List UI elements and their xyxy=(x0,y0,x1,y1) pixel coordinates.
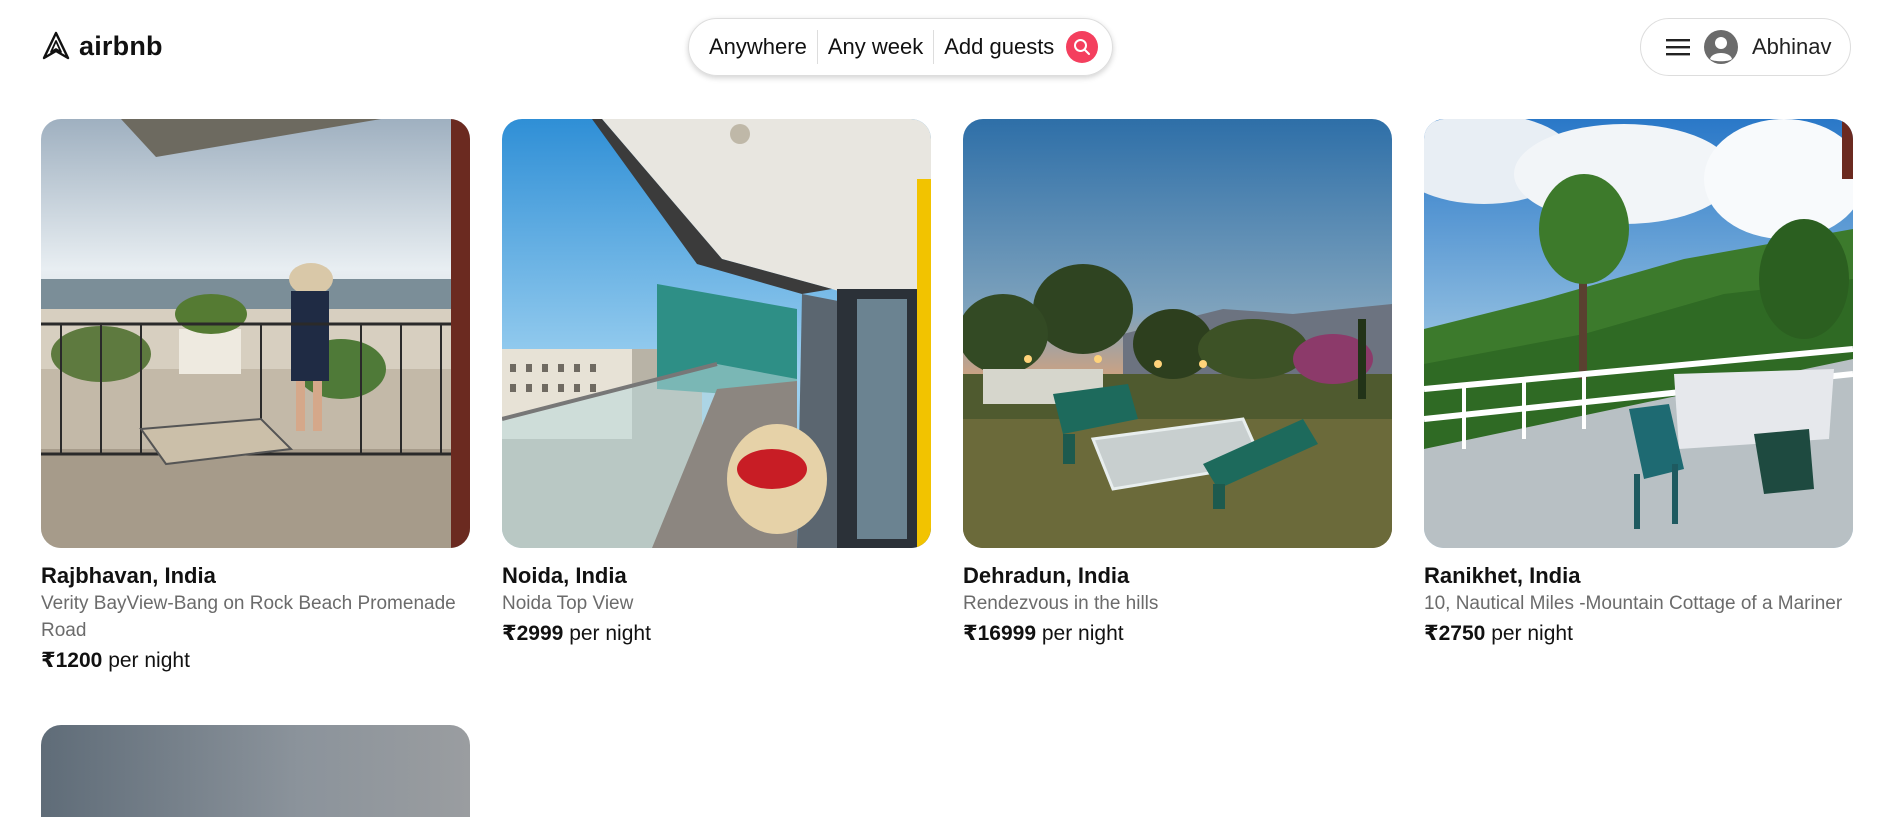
listing-photo-image xyxy=(502,119,931,548)
price-amount: ₹1200 xyxy=(41,649,103,672)
hamburger-menu-icon xyxy=(1666,39,1690,56)
listing-description: Noida Top View xyxy=(502,593,634,614)
listing-photo[interactable] xyxy=(41,119,470,548)
listing-photo[interactable] xyxy=(502,119,931,548)
price-amount: ₹2999 xyxy=(502,622,564,645)
listing-title: Ranikhet, India xyxy=(1424,563,1581,588)
listing-description: Verity BayView-Bang on Rock Beach Promen… xyxy=(41,593,456,641)
airbnb-logo[interactable]: airbnb xyxy=(41,28,163,64)
search-icon xyxy=(1074,39,1091,55)
user-name: Abhinav xyxy=(1752,34,1832,59)
listing-card[interactable] xyxy=(41,725,470,817)
listing-price: ₹1200 per night xyxy=(41,647,470,675)
price-suffix: per night xyxy=(569,622,651,645)
user-menu-button[interactable]: Abhinav xyxy=(1640,18,1851,76)
divider xyxy=(816,30,818,64)
listing-description: 10, Nautical Miles -Mountain Cottage of … xyxy=(1424,593,1843,614)
price-suffix: per night xyxy=(1041,622,1124,645)
listing-title: Rajbhavan, India xyxy=(41,563,216,588)
listing-title: Dehradun, India xyxy=(963,563,1130,588)
divider xyxy=(933,30,935,64)
search-button[interactable] xyxy=(1066,31,1099,63)
listing-description: Rendezvous in the hills xyxy=(963,593,1159,614)
search-add-guests[interactable]: Add guests xyxy=(944,34,1054,60)
listing-card[interactable]: Ranikhet, India 10, Nautical Miles -Moun… xyxy=(1424,119,1853,648)
search-bar[interactable]: Anywhere Any week Add guests xyxy=(688,18,1113,76)
search-any-week[interactable]: Any week xyxy=(828,34,923,60)
listing-card[interactable]: Noida, India Noida Top View ₹2999 per ni… xyxy=(502,119,931,648)
listing-price: ₹16999 per night xyxy=(963,620,1392,648)
avatar-icon xyxy=(1704,30,1738,64)
listing-photo-image xyxy=(1424,119,1853,548)
listing-photo[interactable] xyxy=(963,119,1392,548)
listing-photo[interactable] xyxy=(1424,119,1853,548)
price-amount: ₹2750 xyxy=(1424,622,1486,645)
logo-text: airbnb xyxy=(79,30,163,61)
price-amount: ₹16999 xyxy=(963,622,1037,645)
listing-title: Noida, India xyxy=(502,563,627,588)
listing-photo-image xyxy=(41,119,470,548)
airbnb-logo-icon xyxy=(42,31,70,60)
listing-price: ₹2750 per night xyxy=(1424,620,1853,648)
search-anywhere[interactable]: Anywhere xyxy=(709,34,807,60)
top-navbar: airbnb Anywhere Any week Add guests Abhi… xyxy=(0,0,1891,94)
listing-card[interactable]: Rajbhavan, India Verity BayView-Bang on … xyxy=(41,119,470,675)
price-suffix: per night xyxy=(108,649,190,672)
listing-photo-image xyxy=(41,725,470,817)
listing-card[interactable]: Dehradun, India Rendezvous in the hills … xyxy=(963,119,1392,648)
listing-price: ₹2999 per night xyxy=(502,620,931,648)
listing-photo[interactable] xyxy=(41,725,470,817)
listing-photo-image xyxy=(963,119,1392,548)
price-suffix: per night xyxy=(1491,622,1573,645)
